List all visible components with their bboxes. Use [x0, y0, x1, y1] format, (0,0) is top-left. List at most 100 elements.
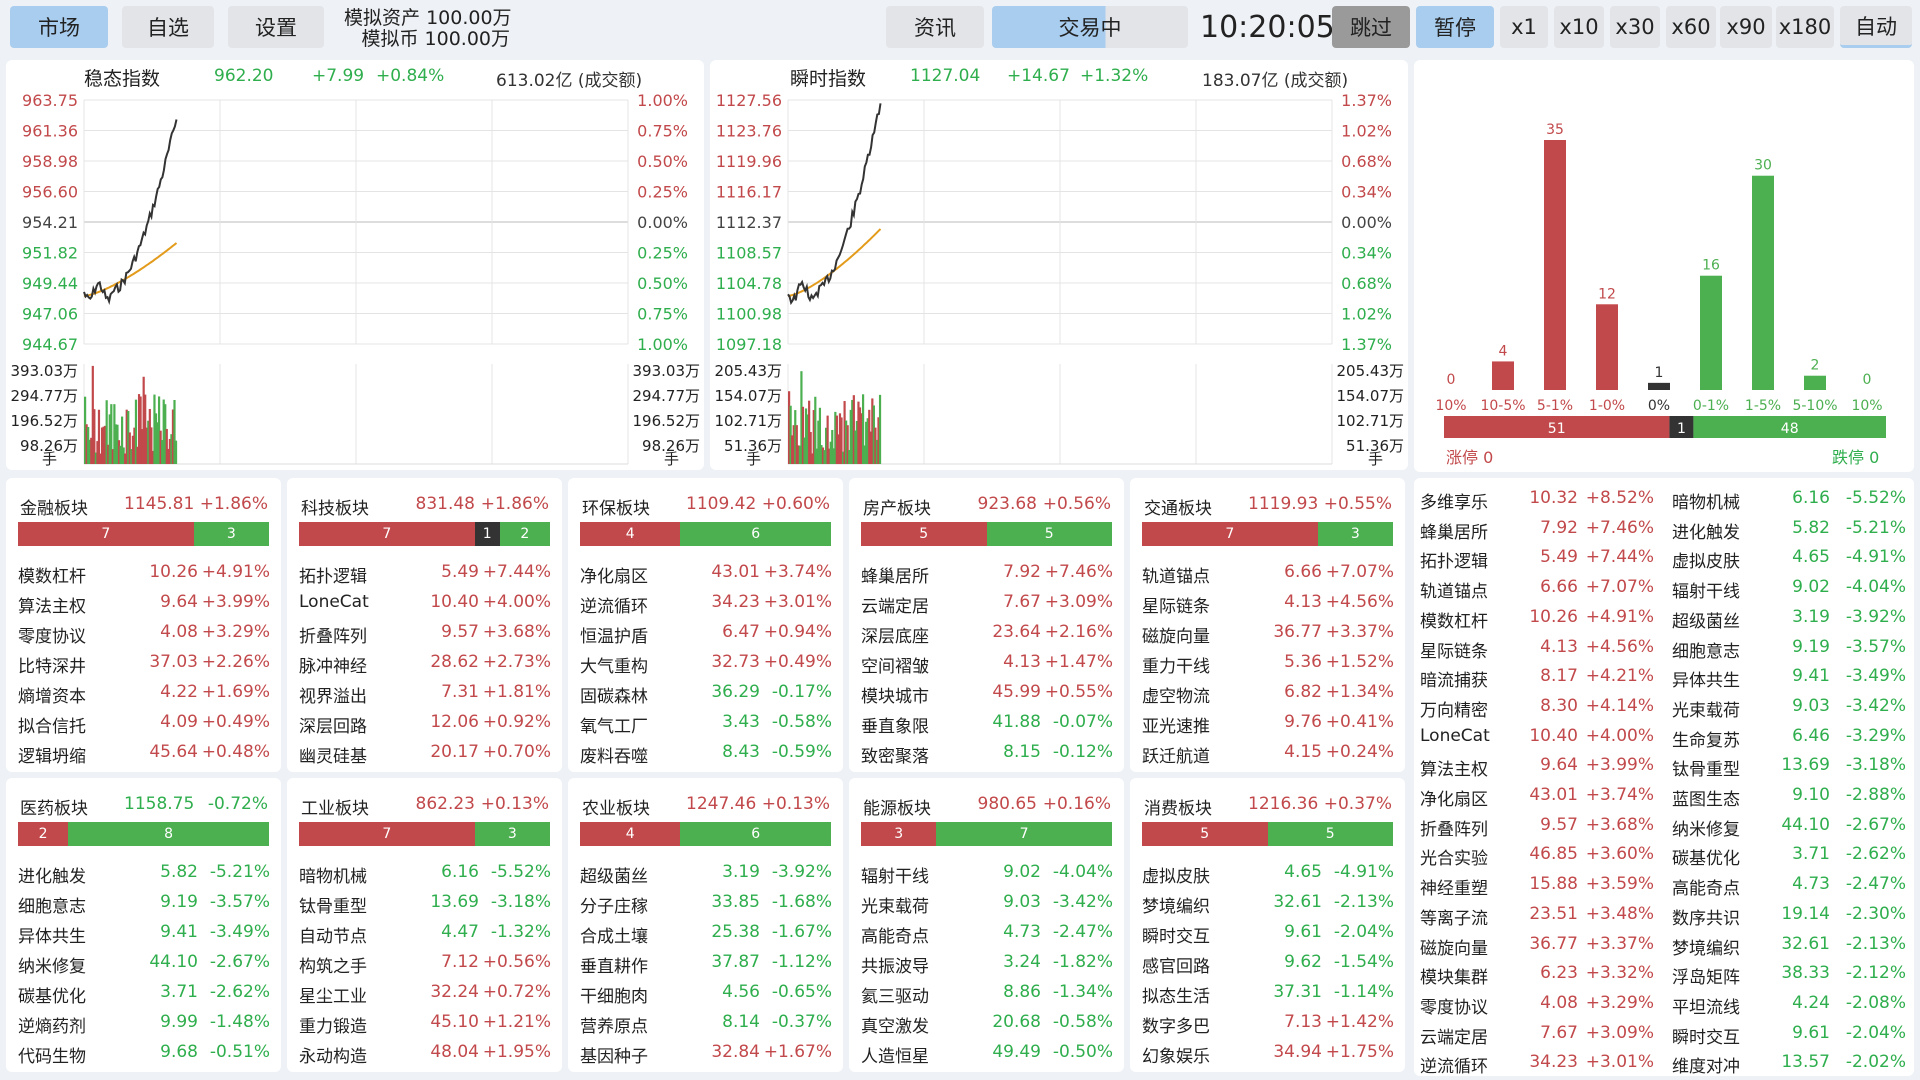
- stock-row[interactable]: 磁旋向量 36.77 +3.37%: [1142, 618, 1397, 648]
- rank-row[interactable]: 轨道锚点 6.66 +7.07%: [1420, 573, 1660, 603]
- stock-row[interactable]: LoneCat 10.40 +4.00%: [299, 588, 554, 618]
- stock-row[interactable]: 跃迁航道 4.15 +0.24%: [1142, 738, 1397, 768]
- stock-row[interactable]: 代码生物 9.68 -0.51%: [18, 1038, 273, 1068]
- stock-row[interactable]: 钛骨重型 13.69 -3.18%: [299, 888, 554, 918]
- stock-row[interactable]: 重力干线 5.36 +1.52%: [1142, 648, 1397, 678]
- rank-row[interactable]: 生命复苏 6.46 -3.29%: [1672, 722, 1912, 752]
- stock-row[interactable]: 营养原点 8.14 -0.37%: [580, 1008, 835, 1038]
- rank-row[interactable]: 数序共识 19.14 -2.30%: [1672, 900, 1912, 930]
- rank-row[interactable]: 进化触发 5.82 -5.21%: [1672, 514, 1912, 544]
- stock-row[interactable]: 幽灵硅基 20.17 +0.70%: [299, 738, 554, 768]
- stock-row[interactable]: 超级菌丝 3.19 -3.92%: [580, 858, 835, 888]
- stock-row[interactable]: 梦境编织 32.61 -2.13%: [1142, 888, 1397, 918]
- news-button[interactable]: 资讯: [886, 6, 984, 48]
- rank-row[interactable]: 暗物机械 6.16 -5.52%: [1672, 484, 1912, 514]
- stock-row[interactable]: 逻辑坍缩 45.64 +0.48%: [18, 738, 273, 768]
- stock-row[interactable]: 数字多巴 7.13 +1.42%: [1142, 1008, 1397, 1038]
- stock-row[interactable]: 干细胞肉 4.56 -0.65%: [580, 978, 835, 1008]
- sector-panel[interactable]: 能源板块 980.65 +0.16% 3 7 辐射干线 9.02 -4.04% 光束载荷…: [849, 778, 1124, 1072]
- stock-row[interactable]: 逆熵药剂 9.99 -1.48%: [18, 1008, 273, 1038]
- rank-row[interactable]: 平坦流线 4.24 -2.08%: [1672, 989, 1912, 1019]
- rank-row[interactable]: 拓扑逻辑 5.49 +7.44%: [1420, 543, 1660, 573]
- stock-row[interactable]: 虚空物流 6.82 +1.34%: [1142, 678, 1397, 708]
- stock-row[interactable]: 幻象娱乐 34.94 +1.75%: [1142, 1038, 1397, 1068]
- stock-row[interactable]: 分子庄稼 33.85 -1.68%: [580, 888, 835, 918]
- sector-panel[interactable]: 房产板块 923.68 +0.56% 5 5 蜂巢居所 7.92 +7.46% 云端定居…: [849, 478, 1124, 772]
- speed-x30-button[interactable]: x30: [1610, 6, 1660, 48]
- rank-row[interactable]: 神经重塑 15.88 +3.59%: [1420, 870, 1660, 900]
- stock-row[interactable]: 逆流循环 34.23 +3.01%: [580, 588, 835, 618]
- speed-x90-button[interactable]: x90: [1720, 6, 1772, 48]
- speed-x1-button[interactable]: x1: [1500, 6, 1548, 48]
- rank-row[interactable]: 暗流捕获 8.17 +4.21%: [1420, 662, 1660, 692]
- tab-market[interactable]: 市场: [10, 6, 108, 48]
- sector-panel[interactable]: 农业板块 1247.46 +0.13% 4 6 超级菌丝 3.19 -3.92% 分子庄…: [568, 778, 843, 1072]
- stock-row[interactable]: 暗物机械 6.16 -5.52%: [299, 858, 554, 888]
- stock-row[interactable]: 合成土壤 25.38 -1.67%: [580, 918, 835, 948]
- stock-row[interactable]: 异体共生 9.41 -3.49%: [18, 918, 273, 948]
- rank-row[interactable]: 折叠阵列 9.57 +3.68%: [1420, 811, 1660, 841]
- skip-button[interactable]: 跳过: [1332, 6, 1410, 48]
- stock-row[interactable]: 深层底座 23.64 +2.16%: [861, 618, 1116, 648]
- rank-row[interactable]: 高能奇点 4.73 -2.47%: [1672, 870, 1912, 900]
- stock-row[interactable]: 拓扑逻辑 5.49 +7.44%: [299, 558, 554, 588]
- rank-row[interactable]: 蜂巢居所 7.92 +7.46%: [1420, 514, 1660, 544]
- stock-row[interactable]: 感官回路 9.62 -1.54%: [1142, 948, 1397, 978]
- sector-panel[interactable]: 消费板块 1216.36 +0.37% 5 5 虚拟皮肤 4.65 -4.91% 梦境编…: [1130, 778, 1405, 1072]
- rank-row[interactable]: 梦境编织 32.61 -2.13%: [1672, 930, 1912, 960]
- stock-row[interactable]: 重力锻造 45.10 +1.21%: [299, 1008, 554, 1038]
- rank-row[interactable]: 等离子流 23.51 +3.48%: [1420, 900, 1660, 930]
- stock-row[interactable]: 净化扇区 43.01 +3.74%: [580, 558, 835, 588]
- stock-row[interactable]: 碳基优化 3.71 -2.62%: [18, 978, 273, 1008]
- stock-row[interactable]: 云端定居 7.67 +3.09%: [861, 588, 1116, 618]
- rank-row[interactable]: 辐射干线 9.02 -4.04%: [1672, 573, 1912, 603]
- stock-row[interactable]: 熵增资本 4.22 +1.69%: [18, 678, 273, 708]
- auto-button[interactable]: 自动: [1840, 6, 1912, 48]
- stock-row[interactable]: 星尘工业 32.24 +0.72%: [299, 978, 554, 1008]
- stock-row[interactable]: 大气重构 32.73 +0.49%: [580, 648, 835, 678]
- stock-row[interactable]: 模数杠杆 10.26 +4.91%: [18, 558, 273, 588]
- stock-row[interactable]: 人造恒星 49.49 -0.50%: [861, 1038, 1116, 1068]
- rank-row[interactable]: 蓝图生态 9.10 -2.88%: [1672, 781, 1912, 811]
- stock-row[interactable]: 恒温护盾 6.47 +0.94%: [580, 618, 835, 648]
- stock-row[interactable]: 永动构造 48.04 +1.95%: [299, 1038, 554, 1068]
- tab-watchlist[interactable]: 自选: [122, 6, 214, 48]
- stock-row[interactable]: 比特深井 37.03 +2.26%: [18, 648, 273, 678]
- stock-row[interactable]: 星际链条 4.13 +4.56%: [1142, 588, 1397, 618]
- stock-row[interactable]: 亚光速推 9.76 +0.41%: [1142, 708, 1397, 738]
- stock-row[interactable]: 辐射干线 9.02 -4.04%: [861, 858, 1116, 888]
- rank-row[interactable]: 模数杠杆 10.26 +4.91%: [1420, 603, 1660, 633]
- rank-row[interactable]: 多维享乐 10.32 +8.52%: [1420, 484, 1660, 514]
- stock-row[interactable]: 深层回路 12.06 +0.92%: [299, 708, 554, 738]
- stock-row[interactable]: 模块城市 45.99 +0.55%: [861, 678, 1116, 708]
- speed-x10-button[interactable]: x10: [1554, 6, 1604, 48]
- sector-panel[interactable]: 工业板块 862.23 +0.13% 7 3 暗物机械 6.16 -5.52% 钛骨重型…: [287, 778, 562, 1072]
- rank-row[interactable]: 碳基优化 3.71 -2.62%: [1672, 840, 1912, 870]
- stock-row[interactable]: 垂直耕作 37.87 -1.12%: [580, 948, 835, 978]
- stock-row[interactable]: 虚拟皮肤 4.65 -4.91%: [1142, 858, 1397, 888]
- rank-row[interactable]: 纳米修复 44.10 -2.67%: [1672, 811, 1912, 841]
- speed-x180-button[interactable]: x180: [1776, 6, 1834, 48]
- rank-row[interactable]: 算法主权 9.64 +3.99%: [1420, 751, 1660, 781]
- stock-row[interactable]: 纳米修复 44.10 -2.67%: [18, 948, 273, 978]
- rank-row[interactable]: 维度对冲 13.57 -2.02%: [1672, 1048, 1912, 1078]
- rank-row[interactable]: 光束载荷 9.03 -3.42%: [1672, 692, 1912, 722]
- stock-row[interactable]: 氦三驱动 8.86 -1.34%: [861, 978, 1116, 1008]
- stock-row[interactable]: 致密聚落 8.15 -0.12%: [861, 738, 1116, 768]
- stock-row[interactable]: 高能奇点 4.73 -2.47%: [861, 918, 1116, 948]
- stock-row[interactable]: 光束载荷 9.03 -3.42%: [861, 888, 1116, 918]
- rank-row[interactable]: 浮岛矩阵 38.33 -2.12%: [1672, 959, 1912, 989]
- rank-row[interactable]: 逆流循环 34.23 +3.01%: [1420, 1048, 1660, 1078]
- speed-x60-button[interactable]: x60: [1666, 6, 1716, 48]
- rank-row[interactable]: 超级菌丝 3.19 -3.92%: [1672, 603, 1912, 633]
- stock-row[interactable]: 氧气工厂 3.43 -0.58%: [580, 708, 835, 738]
- stock-row[interactable]: 蜂巢居所 7.92 +7.46%: [861, 558, 1116, 588]
- stock-row[interactable]: 空间褶皱 4.13 +1.47%: [861, 648, 1116, 678]
- rank-row[interactable]: 模块集群 6.23 +3.32%: [1420, 959, 1660, 989]
- rank-row[interactable]: 钛骨重型 13.69 -3.18%: [1672, 751, 1912, 781]
- rank-row[interactable]: 光合实验 46.85 +3.60%: [1420, 840, 1660, 870]
- rank-row[interactable]: 万向精密 8.30 +4.14%: [1420, 692, 1660, 722]
- stock-row[interactable]: 视界溢出 7.31 +1.81%: [299, 678, 554, 708]
- rank-row[interactable]: 云端定居 7.67 +3.09%: [1420, 1019, 1660, 1049]
- sector-panel[interactable]: 环保板块 1109.42 +0.60% 4 6 净化扇区 43.01 +3.74% 逆流…: [568, 478, 843, 772]
